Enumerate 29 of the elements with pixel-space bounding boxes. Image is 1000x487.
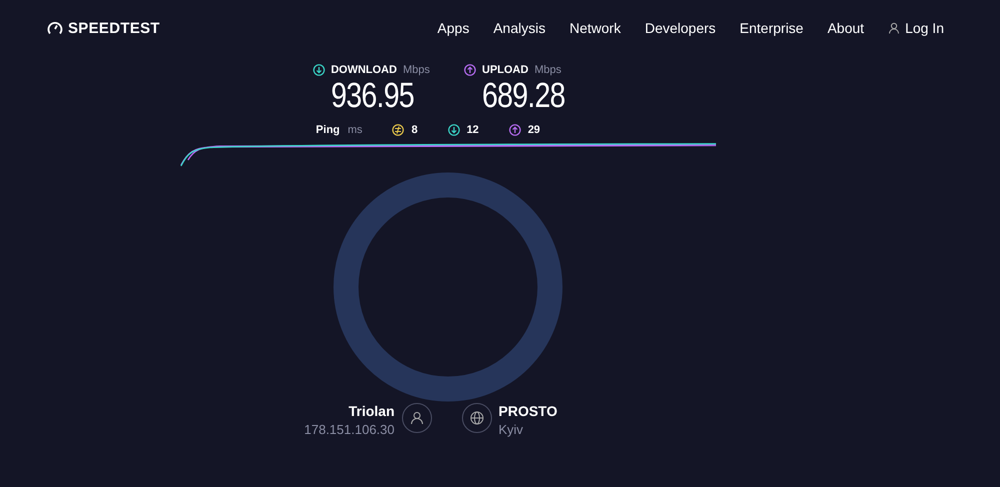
ip-address: 178.151.106.30 — [304, 422, 394, 437]
speed-value: 936.95 — [330, 76, 414, 116]
ping-value: 8 — [411, 124, 418, 136]
result-label: UPLOAD — [482, 64, 528, 76]
up-arrow-icon — [464, 64, 476, 76]
nav-link[interactable]: Apps — [437, 20, 470, 36]
nav-link[interactable]: Enterprise — [740, 20, 804, 36]
unit-label: ms — [348, 124, 362, 136]
speedometer-icon — [47, 21, 63, 35]
unit-label: Mbps — [534, 64, 562, 76]
unit-label: Mbps — [402, 64, 430, 76]
ping-value: 29 — [528, 124, 540, 136]
provider-name: Triolan — [348, 403, 394, 419]
logo-text[interactable]: SPEEDTEST — [68, 20, 160, 36]
result-label: DOWNLOAD — [330, 64, 397, 76]
nav-link[interactable]: Network — [569, 20, 621, 36]
idle-ping-icon — [392, 124, 404, 136]
ping-label: Ping — [316, 124, 340, 136]
ping-value: 12 — [466, 124, 479, 136]
nav-link[interactable]: Developers — [644, 20, 716, 36]
speed-value: 689.28 — [482, 76, 565, 116]
person-icon — [888, 22, 900, 34]
server-location: Kyiv — [498, 422, 524, 437]
nav-link[interactable]: About — [827, 20, 864, 36]
login-link[interactable]: Log In — [888, 20, 944, 36]
globe-icon[interactable] — [462, 403, 492, 433]
user-icon — [402, 403, 432, 433]
nav-link[interactable]: Analysis — [493, 20, 546, 36]
server-name[interactable]: PROSTO — [498, 403, 558, 419]
